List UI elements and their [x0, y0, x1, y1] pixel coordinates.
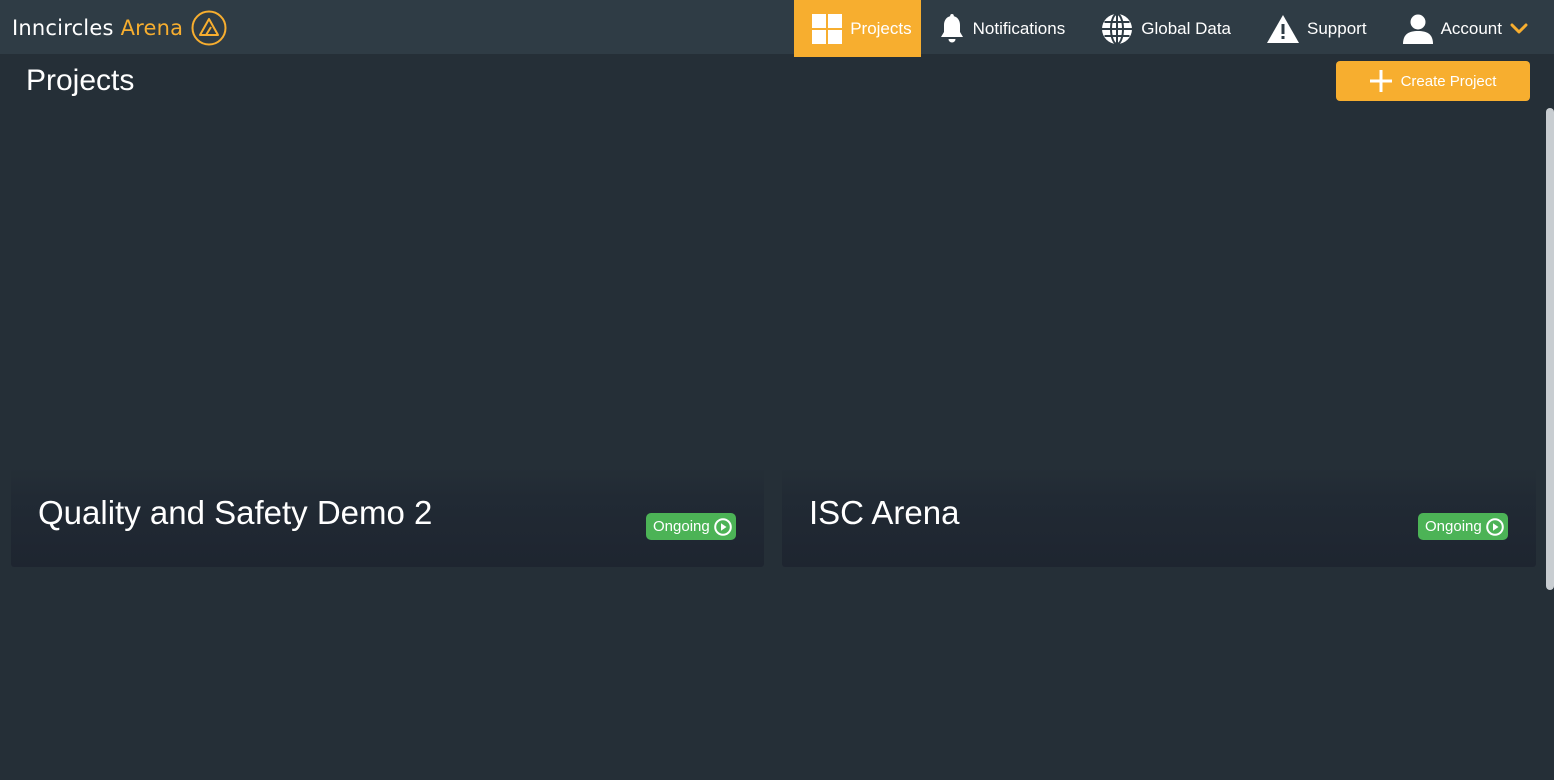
status-badge-label: Ongoing: [653, 518, 710, 535]
create-project-button[interactable]: Create Project: [1336, 61, 1530, 101]
brand-name-primary: Inncircles: [12, 16, 114, 40]
user-icon: [1402, 14, 1433, 44]
brand-logo[interactable]: Inncircles Arena: [12, 9, 227, 47]
triangle-logo-icon: [191, 10, 227, 46]
project-card-title: Quality and Safety Demo 2: [38, 494, 433, 531]
brand-name-secondary: Arena: [120, 16, 184, 40]
grid-icon: [812, 13, 843, 44]
nav-global-data-label: Global Data: [1141, 18, 1232, 38]
nav-account-label: Account: [1440, 18, 1502, 38]
nav-notifications-label: Notifications: [972, 18, 1066, 38]
status-badge: Ongoing: [1418, 513, 1508, 540]
bell-icon: [940, 13, 963, 42]
nav-projects[interactable]: Projects: [794, 0, 921, 57]
nav-support-label: Support: [1307, 18, 1367, 38]
warning-icon: [1267, 14, 1300, 43]
nav-account[interactable]: Account: [1385, 0, 1554, 57]
chevron-down-icon[interactable]: [1510, 23, 1528, 35]
project-card-title: ISC Arena: [809, 494, 960, 531]
status-badge: Ongoing: [646, 513, 736, 540]
create-project-label: Create Project: [1400, 72, 1497, 90]
page-title: Projects: [26, 64, 135, 97]
project-card[interactable]: ISC Arena Ongoing: [782, 468, 1536, 567]
globe-icon: [1102, 12, 1133, 45]
nav-global-data[interactable]: Global Data: [1083, 0, 1249, 57]
page-scrollbar[interactable]: [1546, 108, 1554, 590]
main-nav: Projects Notifications Global Data Suppo…: [794, 0, 1554, 57]
nav-support[interactable]: Support: [1249, 0, 1385, 57]
status-badge-label: Ongoing: [1425, 518, 1482, 535]
nav-notifications[interactable]: Notifications: [921, 0, 1084, 57]
top-navigation-bar: Inncircles Arena Projects Notifications: [0, 0, 1554, 57]
play-circle-icon: [713, 517, 732, 536]
nav-projects-label: Projects: [850, 18, 912, 38]
plus-icon: [1369, 70, 1392, 92]
play-circle-icon: [1485, 517, 1504, 536]
project-card[interactable]: Quality and Safety Demo 2 Ongoing: [11, 468, 764, 567]
